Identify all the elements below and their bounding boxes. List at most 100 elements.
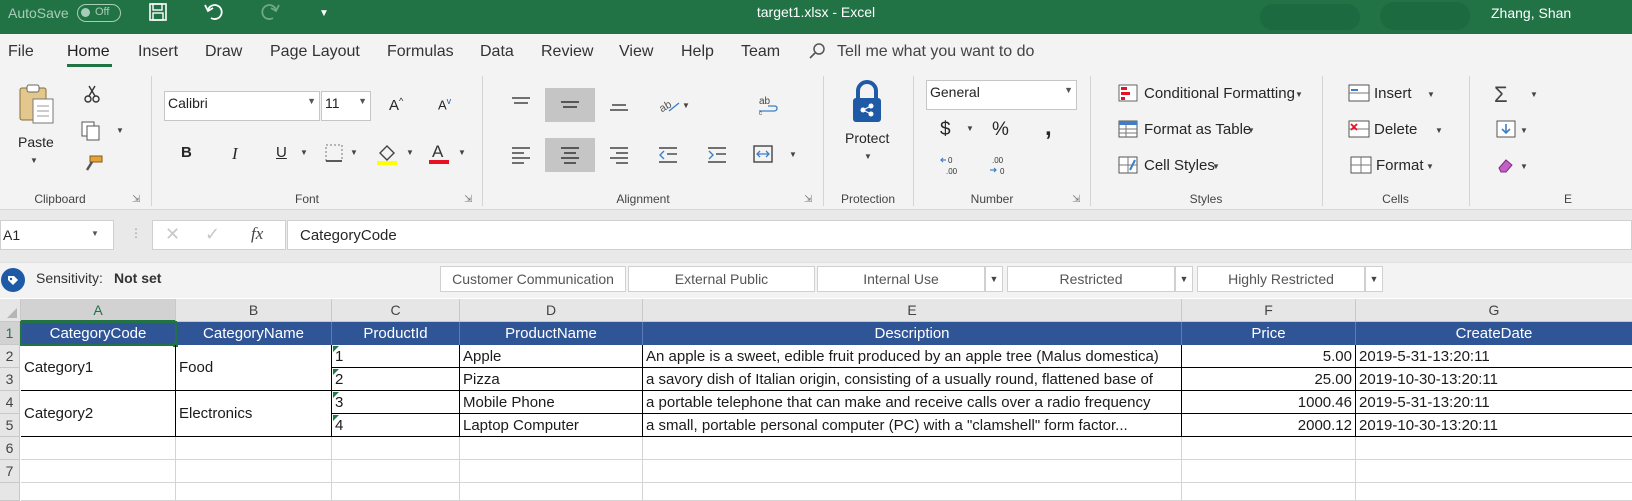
currency-dropdown-icon[interactable]: ▼: [966, 124, 974, 133]
fill-color-dropdown-icon[interactable]: ▼: [406, 148, 414, 157]
orientation-icon[interactable]: ab: [657, 94, 683, 119]
tab-help[interactable]: Help: [681, 43, 714, 61]
header-cell-description[interactable]: Description: [643, 322, 1182, 345]
product-id-cell[interactable]: 2: [332, 368, 460, 391]
name-box[interactable]: A1 ▼: [0, 220, 114, 250]
cell-styles-dropdown-icon[interactable]: ▼: [1212, 162, 1220, 171]
copy-icon[interactable]: [80, 120, 102, 145]
highly-restricted-dropdown-icon[interactable]: ▼: [1365, 266, 1383, 292]
sensitivity-internal-use[interactable]: Internal Use: [817, 266, 985, 292]
clear-icon[interactable]: [1496, 156, 1516, 177]
category-name-cell[interactable]: Electronics: [176, 391, 332, 437]
price-cell[interactable]: 1000.46: [1182, 391, 1356, 414]
empty-cell[interactable]: [21, 460, 176, 483]
column-header-f[interactable]: F: [1182, 299, 1356, 322]
create-date-cell[interactable]: 2019-5-31-13:20:11: [1356, 391, 1632, 414]
insert-dropdown-icon[interactable]: ▼: [1427, 90, 1435, 99]
cancel-icon[interactable]: ✕: [165, 224, 180, 245]
row-header[interactable]: 7: [0, 460, 20, 483]
delete-cells-icon[interactable]: [1348, 120, 1370, 141]
internal-use-dropdown-icon[interactable]: ▼: [985, 266, 1003, 292]
protect-dropdown-icon[interactable]: ▼: [864, 152, 872, 161]
error-indicator-icon[interactable]: [333, 392, 339, 398]
middle-align-icon[interactable]: [559, 96, 581, 117]
merge-center-icon[interactable]: [752, 144, 774, 167]
empty-cell[interactable]: [21, 483, 176, 501]
sensitivity-customer-communication[interactable]: Customer Communication: [440, 266, 626, 292]
font-launcher-icon[interactable]: ⇲: [464, 194, 472, 205]
tab-insert[interactable]: Insert: [138, 43, 178, 61]
sensitivity-restricted[interactable]: Restricted: [1007, 266, 1175, 292]
borders-icon[interactable]: [324, 143, 344, 166]
delete-dropdown-icon[interactable]: ▼: [1435, 126, 1443, 135]
header-cell-price[interactable]: Price: [1182, 322, 1356, 345]
restricted-dropdown-icon[interactable]: ▼: [1175, 266, 1193, 292]
row-header[interactable]: 4: [0, 391, 20, 414]
column-header-c[interactable]: C: [332, 299, 460, 322]
fill-color-icon[interactable]: [376, 142, 398, 169]
paste-icon[interactable]: [16, 82, 56, 126]
align-left-icon[interactable]: [510, 146, 532, 167]
font-name-select[interactable]: Calibri ▼: [164, 91, 320, 121]
tab-formulas[interactable]: Formulas: [387, 43, 454, 61]
empty-cell[interactable]: [176, 483, 332, 501]
fill-down-icon[interactable]: [1496, 120, 1516, 141]
product-id-cell[interactable]: 3: [332, 391, 460, 414]
empty-cell[interactable]: [1182, 437, 1356, 460]
top-align-icon[interactable]: [510, 95, 532, 116]
product-name-cell[interactable]: Apple: [460, 345, 643, 368]
font-color-dropdown-icon[interactable]: ▼: [458, 148, 466, 157]
increase-decimal-icon[interactable]: 0.00: [940, 154, 964, 179]
decrease-font-size-icon[interactable]: Av: [438, 96, 451, 112]
font-size-select[interactable]: 11 ▼: [321, 91, 371, 121]
format-painter-icon[interactable]: [82, 154, 104, 177]
clipboard-launcher-icon[interactable]: ⇲: [132, 194, 140, 205]
price-cell[interactable]: 25.00: [1182, 368, 1356, 391]
paste-button[interactable]: Paste: [18, 134, 54, 150]
tab-data[interactable]: Data: [480, 43, 514, 61]
tab-draw[interactable]: Draw: [205, 43, 242, 61]
delete-button[interactable]: Delete: [1374, 121, 1417, 138]
clear-dropdown-icon[interactable]: ▼: [1520, 162, 1528, 171]
product-id-cell[interactable]: 4: [332, 414, 460, 437]
chevron-down-icon[interactable]: ▼: [91, 229, 99, 238]
number-format-select[interactable]: General ▼: [926, 80, 1077, 110]
format-button[interactable]: Format: [1376, 157, 1424, 174]
autosum-icon[interactable]: Σ: [1494, 82, 1508, 108]
tab-page-layout[interactable]: Page Layout: [270, 43, 360, 61]
empty-cell[interactable]: [176, 437, 332, 460]
row-header[interactable]: 5: [0, 414, 20, 437]
bottom-align-icon[interactable]: [608, 96, 630, 117]
empty-cell[interactable]: [332, 460, 460, 483]
category-code-cell[interactable]: Category1: [21, 345, 176, 391]
column-header-d[interactable]: D: [460, 299, 643, 322]
enter-icon[interactable]: ✓: [205, 224, 220, 245]
create-date-cell[interactable]: 2019-10-30-13:20:11: [1356, 368, 1632, 391]
conditional-formatting-icon[interactable]: [1118, 84, 1138, 105]
error-indicator-icon[interactable]: [333, 415, 339, 421]
description-cell[interactable]: An apple is a sweet, edible fruit produc…: [643, 345, 1182, 368]
error-indicator-icon[interactable]: [333, 346, 339, 352]
product-name-cell[interactable]: Laptop Computer: [460, 414, 643, 437]
bold-button[interactable]: B: [181, 144, 192, 161]
row-header[interactable]: [0, 483, 20, 501]
empty-cell[interactable]: [643, 460, 1182, 483]
underline-button[interactable]: U: [276, 144, 287, 161]
user-name[interactable]: Zhang, Shan: [1491, 5, 1571, 21]
cell-styles-icon[interactable]: [1118, 156, 1138, 177]
percent-button[interactable]: %: [992, 119, 1009, 141]
tab-home[interactable]: Home: [67, 43, 110, 61]
header-cell-categoryname[interactable]: CategoryName: [176, 322, 332, 345]
align-center-icon[interactable]: [559, 146, 581, 167]
row-header[interactable]: 2: [0, 345, 20, 368]
protect-button[interactable]: Protect: [845, 130, 889, 146]
empty-cell[interactable]: [1182, 460, 1356, 483]
column-header-b[interactable]: B: [176, 299, 332, 322]
sensitivity-highly-restricted[interactable]: Highly Restricted: [1197, 266, 1365, 292]
row-header[interactable]: 1: [0, 322, 20, 345]
comma-button[interactable]: ,: [1045, 114, 1052, 142]
italic-button[interactable]: I: [232, 144, 238, 164]
fill-dropdown-icon[interactable]: ▼: [1520, 126, 1528, 135]
wrap-text-icon[interactable]: ab c: [756, 94, 780, 119]
borders-dropdown-icon[interactable]: ▼: [350, 148, 358, 157]
